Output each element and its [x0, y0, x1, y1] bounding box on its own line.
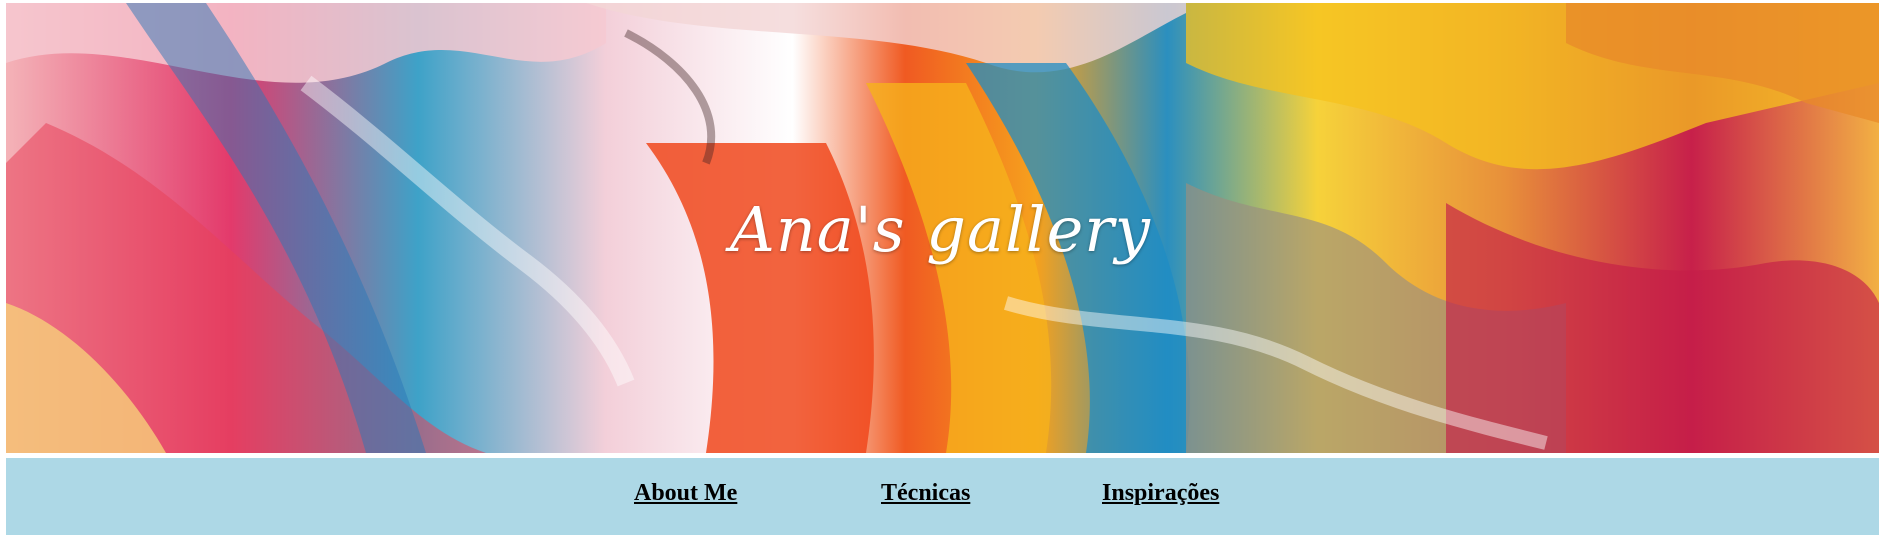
nav-link-tecnicas[interactable]: Técnicas: [881, 480, 970, 507]
main-navigation: About Me Técnicas Inspirações: [6, 458, 1879, 535]
page: Ana's gallery About Me Técnicas Inspiraç…: [0, 0, 1879, 535]
nav-link-inspiracoes[interactable]: Inspirações: [1102, 480, 1219, 507]
nav-link-about-me[interactable]: About Me: [634, 480, 737, 507]
site-title: Ana's gallery: [730, 193, 1151, 266]
header-banner: Ana's gallery: [6, 3, 1879, 453]
